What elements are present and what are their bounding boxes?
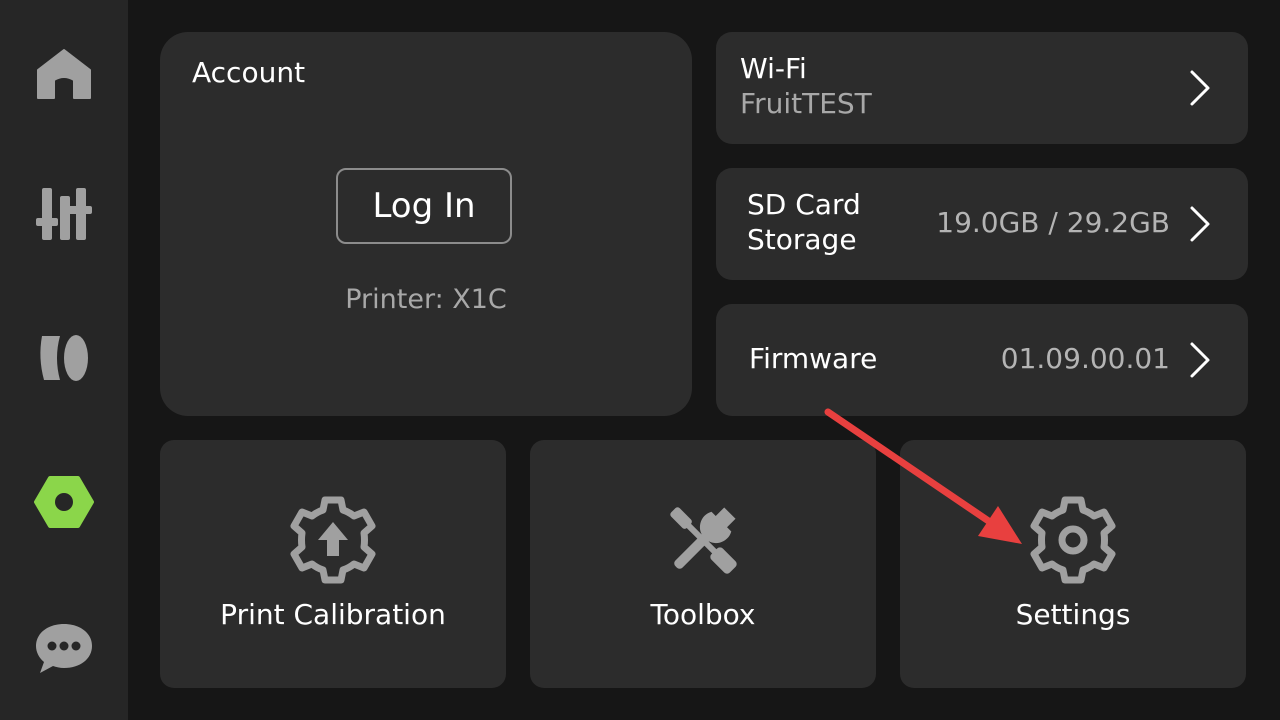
screen: Account Log In Printer: X1C Wi-Fi FruitT… <box>0 0 1280 720</box>
toolbox-tile[interactable]: Toolbox <box>530 440 876 688</box>
sd-card-title-line2: Storage <box>747 223 857 256</box>
print-calibration-tile[interactable]: Print Calibration <box>160 440 506 688</box>
print-calibration-label: Print Calibration <box>220 598 446 631</box>
sidebar <box>0 0 128 720</box>
login-button[interactable]: Log In <box>336 168 512 244</box>
sidebar-item-controls[interactable] <box>24 174 104 254</box>
filament-icon <box>40 335 88 381</box>
toolbox-label: Toolbox <box>650 598 756 631</box>
settings-tile[interactable]: Settings <box>900 440 1246 688</box>
home-icon <box>37 49 91 99</box>
sidebar-item-home[interactable] <box>24 34 104 114</box>
tools-icon <box>670 507 737 574</box>
sd-card-storage-value: 19.0GB / 29.2GB <box>936 206 1170 239</box>
sidebar-item-messages[interactable] <box>24 608 104 688</box>
sidebar-item-settings[interactable] <box>24 464 104 544</box>
firmware-row[interactable]: Firmware 01.09.00.01 <box>716 304 1248 416</box>
account-title: Account <box>192 56 306 89</box>
wifi-network-name: FruitTEST <box>740 87 872 120</box>
wifi-row[interactable]: Wi-Fi FruitTEST <box>716 32 1248 144</box>
firmware-title: Firmware <box>749 342 878 375</box>
wifi-title: Wi-Fi <box>740 52 807 85</box>
chevron-right-icon <box>1190 70 1210 106</box>
sidebar-item-filament[interactable] <box>24 318 104 398</box>
firmware-version: 01.09.00.01 <box>1000 342 1170 375</box>
sd-card-row[interactable]: SD Card Storage 19.0GB / 29.2GB <box>716 168 1248 280</box>
chevron-right-icon <box>1190 206 1210 242</box>
calibration-gear-icon <box>290 496 376 584</box>
chat-icon <box>36 624 92 673</box>
sd-card-title-line1: SD Card <box>747 188 861 221</box>
settings-label: Settings <box>1015 598 1131 631</box>
controls-icon <box>36 188 92 240</box>
settings-hex-icon <box>34 476 94 528</box>
account-card: Account Log In Printer: X1C <box>160 32 692 416</box>
printer-model-label: Printer: X1C <box>345 284 507 315</box>
chevron-right-icon <box>1190 342 1210 378</box>
gear-icon <box>1030 496 1116 584</box>
